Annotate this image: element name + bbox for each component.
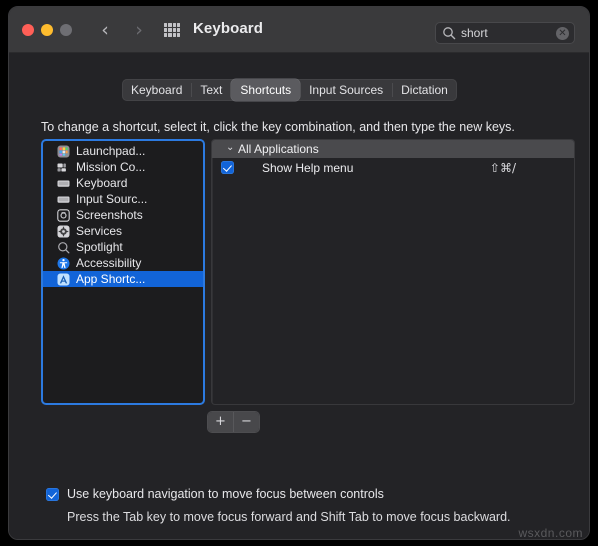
tab-input-sources[interactable]: Input Sources xyxy=(300,79,392,101)
add-shortcut-button[interactable]: + xyxy=(208,412,233,432)
watermark-text: wsxdn.com xyxy=(518,526,583,540)
shortcut-group-title: All Applications xyxy=(238,142,319,156)
sidebar-item-label: Keyboard xyxy=(76,176,128,190)
sidebar-item-label: Mission Co... xyxy=(76,160,146,174)
sidebar-item-launchpad[interactable]: Launchpad... xyxy=(43,143,203,159)
sidebar-item-label: App Shortc... xyxy=(76,272,146,286)
keyboard-navigation-hint: Press the Tab key to move focus forward … xyxy=(67,510,511,524)
sidebar-item-app-shortcuts[interactable]: App Shortc... xyxy=(43,271,203,287)
tab-text[interactable]: Text xyxy=(191,79,231,101)
screenshots-icon xyxy=(57,208,70,222)
app-shortcuts-icon xyxy=(57,273,70,285)
sidebar-item-label: Input Sourc... xyxy=(76,192,148,206)
shortcut-group-header[interactable]: ⌄ All Applications xyxy=(212,140,574,158)
keyboard-icon xyxy=(57,180,70,187)
show-all-grid-icon[interactable] xyxy=(164,23,180,37)
sidebar-item-screenshots[interactable]: Screenshots xyxy=(43,207,203,223)
back-chevron-icon[interactable]: ‹ xyxy=(96,20,114,40)
tab-shortcuts[interactable]: Shortcuts xyxy=(231,79,301,101)
shortcut-category-list[interactable]: Launchpad... Mission Co... Keyboard Inpu… xyxy=(41,139,205,405)
sidebar-item-label: Services xyxy=(76,224,123,238)
page-title: Keyboard xyxy=(193,20,263,37)
mission-control-icon xyxy=(57,163,66,171)
clear-search-icon[interactable]: ✕ xyxy=(556,27,569,40)
shortcut-key-combination[interactable]: ⇧⌘/ xyxy=(490,161,516,175)
sidebar-item-label: Launchpad... xyxy=(76,144,146,158)
chevron-down-icon[interactable]: ⌄ xyxy=(226,142,234,153)
tab-keyboard[interactable]: Keyboard xyxy=(122,79,191,101)
search-field[interactable]: short ✕ xyxy=(435,22,575,44)
list-edit-buttons: + − xyxy=(208,412,259,432)
preferences-content: Keyboard Text Shortcuts Input Sources Di… xyxy=(9,53,589,540)
close-window-button[interactable] xyxy=(22,24,34,36)
services-gear-icon xyxy=(57,225,70,237)
accessibility-icon xyxy=(57,257,70,269)
shortcut-name: Show Help menu xyxy=(262,161,354,175)
sidebar-item-label: Spotlight xyxy=(76,240,123,254)
tab-dictation[interactable]: Dictation xyxy=(392,79,457,101)
sidebar-item-accessibility[interactable]: Accessibility xyxy=(43,255,203,271)
detail-divider xyxy=(212,158,213,404)
forward-chevron-icon[interactable]: › xyxy=(130,20,148,40)
keyboard-navigation-checkbox-row[interactable]: Use keyboard navigation to move focus be… xyxy=(46,487,384,501)
keyboard-navigation-label: Use keyboard navigation to move focus be… xyxy=(67,487,384,501)
window-titlebar: ‹ › Keyboard short ✕ xyxy=(9,7,589,53)
keyboard-navigation-checkbox[interactable] xyxy=(46,488,59,501)
sidebar-item-services[interactable]: Services xyxy=(43,223,203,239)
search-icon xyxy=(443,27,456,40)
sidebar-item-input-sources[interactable]: Input Sourc... xyxy=(43,191,203,207)
tab-bar: Keyboard Text Shortcuts Input Sources Di… xyxy=(122,79,457,101)
preferences-window: ‹ › Keyboard short ✕ Keyboard Text Short… xyxy=(8,6,590,540)
spotlight-magnifier-icon xyxy=(58,241,70,253)
shortcut-detail-pane: ⌄ All Applications Show Help menu ⇧⌘/ xyxy=(211,139,575,405)
remove-shortcut-button[interactable]: − xyxy=(233,412,259,432)
sidebar-item-label: Accessibility xyxy=(76,256,142,270)
search-input-value[interactable]: short xyxy=(461,26,488,41)
sidebar-item-keyboard[interactable]: Keyboard xyxy=(43,175,203,191)
sidebar-item-spotlight[interactable]: Spotlight xyxy=(43,239,203,255)
zoom-window-button[interactable] xyxy=(60,24,72,36)
minimize-window-button[interactable] xyxy=(41,24,53,36)
table-row[interactable]: Show Help menu ⇧⌘/ xyxy=(212,158,574,178)
launchpad-icon xyxy=(57,145,70,157)
sidebar-item-label: Screenshots xyxy=(76,208,143,222)
sidebar-item-mission-control[interactable]: Mission Co... xyxy=(43,159,203,175)
instruction-text: To change a shortcut, select it, click t… xyxy=(41,120,515,134)
input-sources-icon xyxy=(57,196,70,203)
shortcut-enabled-checkbox[interactable] xyxy=(221,161,234,174)
